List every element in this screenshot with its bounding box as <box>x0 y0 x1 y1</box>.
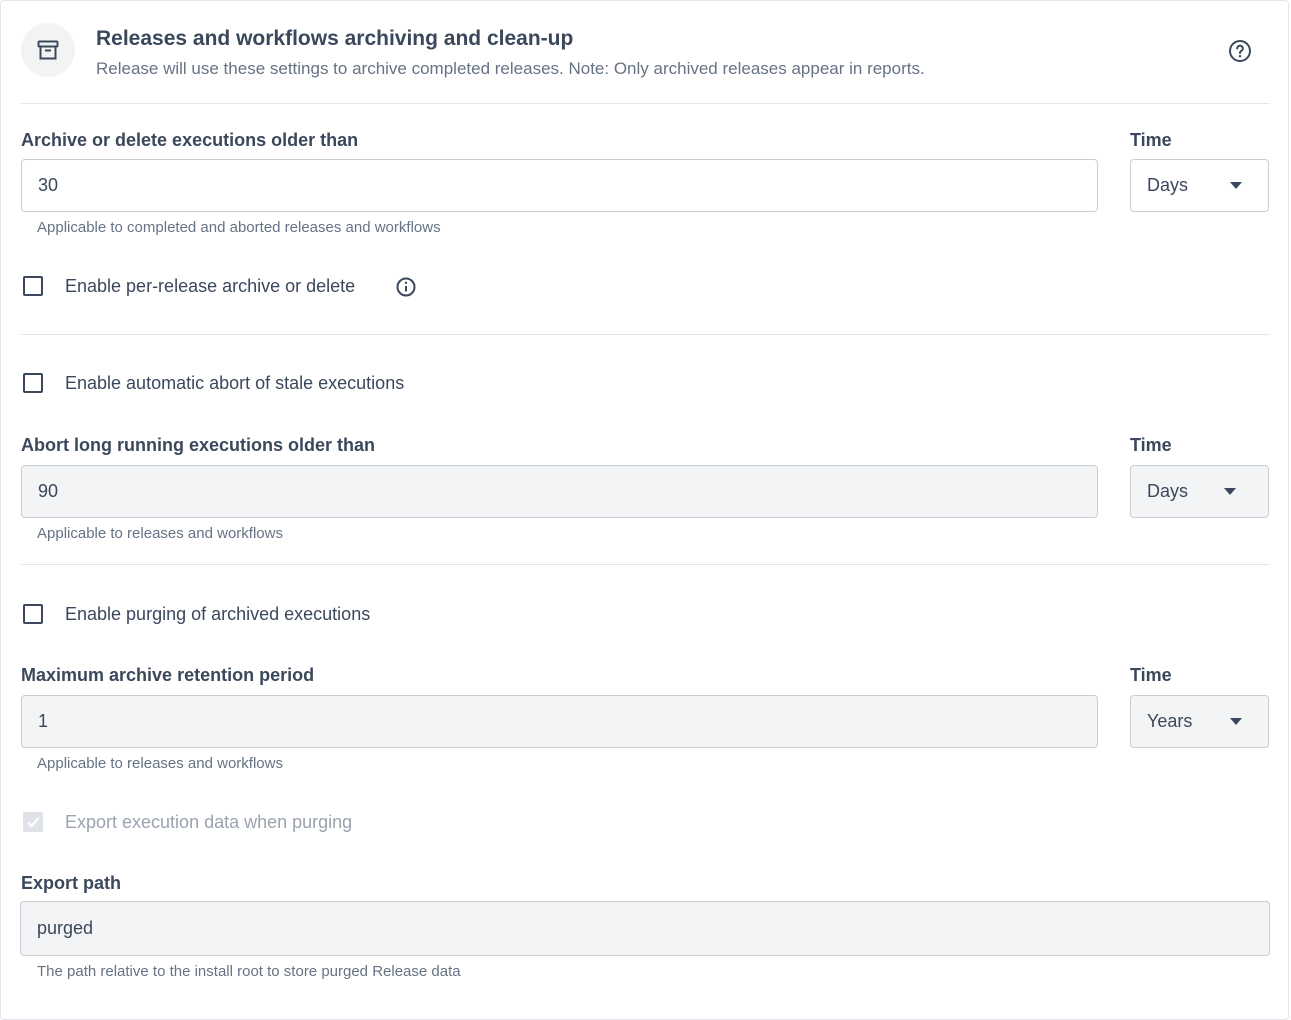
help-circle-icon[interactable] <box>1228 39 1252 63</box>
retention-helper: Applicable to releases and workflows <box>37 755 283 772</box>
divider <box>21 103 1269 104</box>
settings-card: Releases and workflows archiving and cle… <box>0 0 1289 1020</box>
abort-age-label: Abort long running executions older than <box>21 435 375 455</box>
archive-time-value: Days <box>1147 175 1189 195</box>
checkmark-icon <box>27 817 40 828</box>
archive-time-select[interactable]: Days <box>1130 159 1269 212</box>
info-icon[interactable] <box>395 276 417 298</box>
abort-time-label: Time <box>1130 435 1172 455</box>
abort-helper: Applicable to releases and workflows <box>37 525 283 542</box>
divider <box>21 564 1269 565</box>
per-release-label: Enable per-release archive or delete <box>65 276 356 296</box>
retention-label: Maximum archive retention period <box>21 665 315 685</box>
export-label: Export execution data when purging <box>65 812 353 832</box>
purge-label: Enable purging of archived executions <box>65 604 371 624</box>
archive-age-label: Archive or delete executions older than <box>21 130 359 150</box>
chevron-down-icon <box>1224 488 1236 495</box>
auto-abort-label: Enable automatic abort of stale executio… <box>65 373 405 393</box>
section-subtitle: Release will use these settings to archi… <box>96 59 925 78</box>
retention-time-value: Years <box>1147 711 1193 731</box>
export-path-input[interactable]: purged <box>20 901 1270 956</box>
export-path-helper: The path relative to the install root to… <box>37 963 461 980</box>
chevron-down-icon <box>1230 718 1242 725</box>
per-release-checkbox[interactable] <box>23 276 43 296</box>
archive-box-icon <box>21 23 75 77</box>
export-path-label: Export path <box>21 873 122 893</box>
abort-time-value: Days <box>1147 481 1189 501</box>
retention-time-label: Time <box>1130 665 1172 685</box>
abort-time-select[interactable]: Days <box>1130 465 1269 518</box>
purge-checkbox[interactable] <box>23 604 43 624</box>
chevron-down-icon <box>1230 182 1242 189</box>
retention-input[interactable]: 1 <box>21 695 1098 748</box>
divider <box>21 334 1269 335</box>
retention-time-select[interactable]: Years <box>1130 695 1269 748</box>
archive-age-input[interactable]: 30 <box>21 159 1098 212</box>
archive-time-label: Time <box>1130 130 1172 150</box>
archive-helper: Applicable to completed and aborted rele… <box>37 219 441 236</box>
section-title: Releases and workflows archiving and cle… <box>96 27 574 50</box>
export-checkbox[interactable] <box>23 812 43 832</box>
auto-abort-checkbox[interactable] <box>23 373 43 393</box>
abort-age-input[interactable]: 90 <box>21 465 1098 518</box>
